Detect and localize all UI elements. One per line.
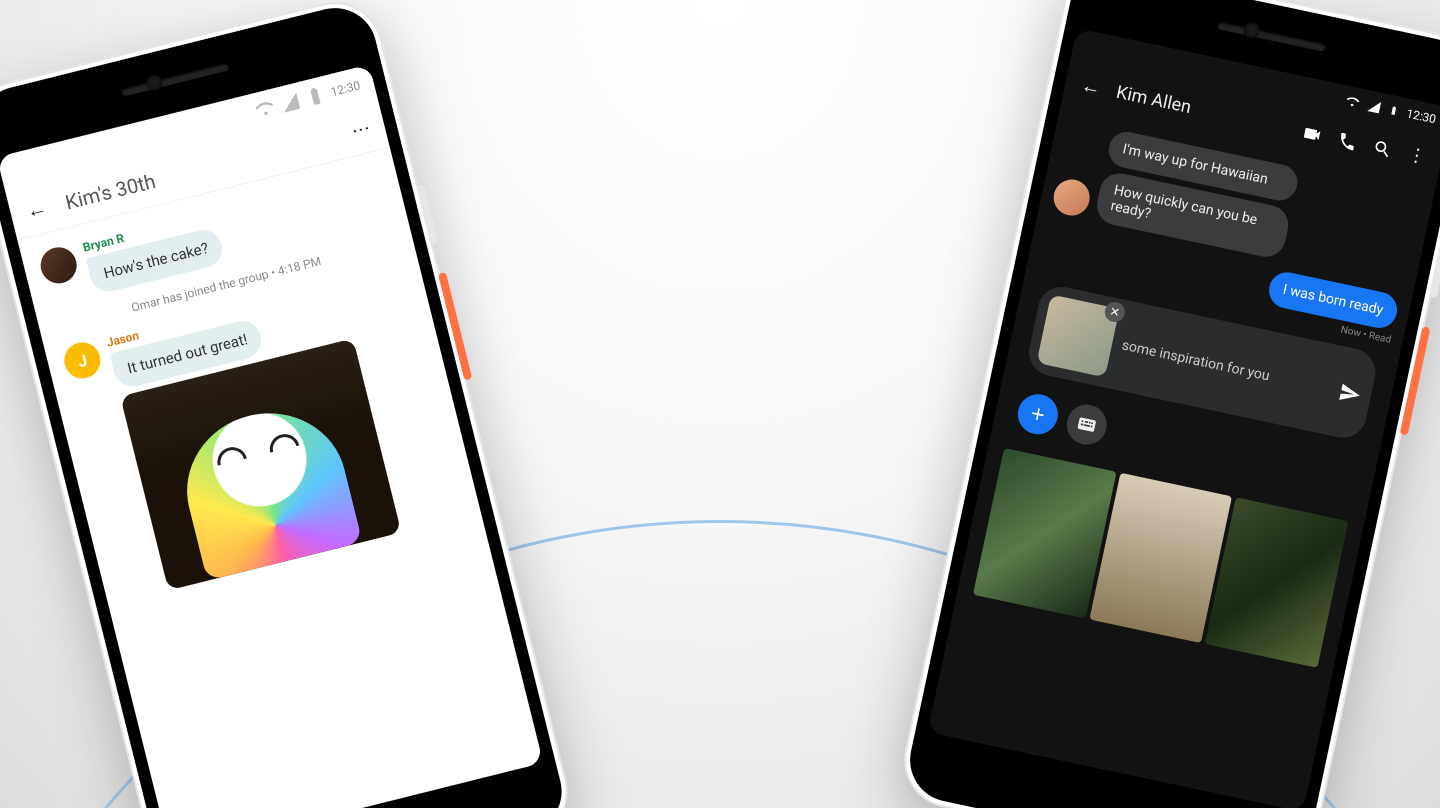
- status-time: 12:30: [329, 78, 361, 99]
- signal-icon: [278, 90, 302, 114]
- avatar-initial: J: [76, 350, 89, 371]
- avatar[interactable]: [37, 244, 81, 288]
- volume-button: [1400, 326, 1431, 435]
- avatar[interactable]: J: [61, 339, 105, 383]
- video-icon[interactable]: [1300, 122, 1324, 146]
- keyboard-button[interactable]: [1063, 401, 1110, 448]
- phone-dark: 12:30 ← Kim Allen ⋮ I'm way up for Hawai…: [895, 0, 1440, 808]
- earpiece: [1217, 21, 1326, 52]
- power-button: [1429, 238, 1440, 298]
- phone-light: 12:30 ← Kim's 30th ⋮ Bryan R How's the c…: [0, 0, 578, 808]
- power-button: [416, 185, 438, 245]
- back-icon[interactable]: ←: [24, 195, 49, 224]
- earpiece: [121, 62, 230, 96]
- more-icon[interactable]: ⋮: [1406, 144, 1428, 168]
- wifi-icon: [253, 97, 277, 121]
- compose-text[interactable]: some inspiration for you: [1120, 337, 1331, 397]
- plus-icon: [1026, 402, 1050, 426]
- remove-attachment-icon[interactable]: ✕: [1103, 300, 1127, 324]
- back-icon[interactable]: ←: [1079, 72, 1104, 101]
- cake-illustration: [171, 396, 363, 580]
- search-icon[interactable]: [1371, 137, 1395, 161]
- attachment-thumbnail[interactable]: ✕: [1037, 294, 1120, 377]
- more-icon[interactable]: ⋮: [348, 118, 372, 139]
- avatar[interactable]: [1050, 176, 1093, 219]
- battery-icon: [303, 84, 327, 108]
- keyboard-icon: [1075, 413, 1099, 437]
- wifi-icon: [1345, 94, 1362, 111]
- add-button[interactable]: [1014, 391, 1061, 438]
- gallery-thumbnail[interactable]: [1205, 497, 1348, 668]
- signal-icon: [1366, 98, 1383, 115]
- message-meta: Now • Read: [1340, 325, 1392, 346]
- phone-icon[interactable]: [1336, 129, 1360, 153]
- status-time: 12:30: [1405, 106, 1437, 126]
- chat-body: I'm way up for Hawaiian How quickly can …: [927, 105, 1436, 808]
- battery-icon: [1388, 103, 1401, 119]
- chat-body: Bryan R How's the cake? Omar has joined …: [17, 148, 543, 808]
- send-icon[interactable]: [1337, 381, 1363, 407]
